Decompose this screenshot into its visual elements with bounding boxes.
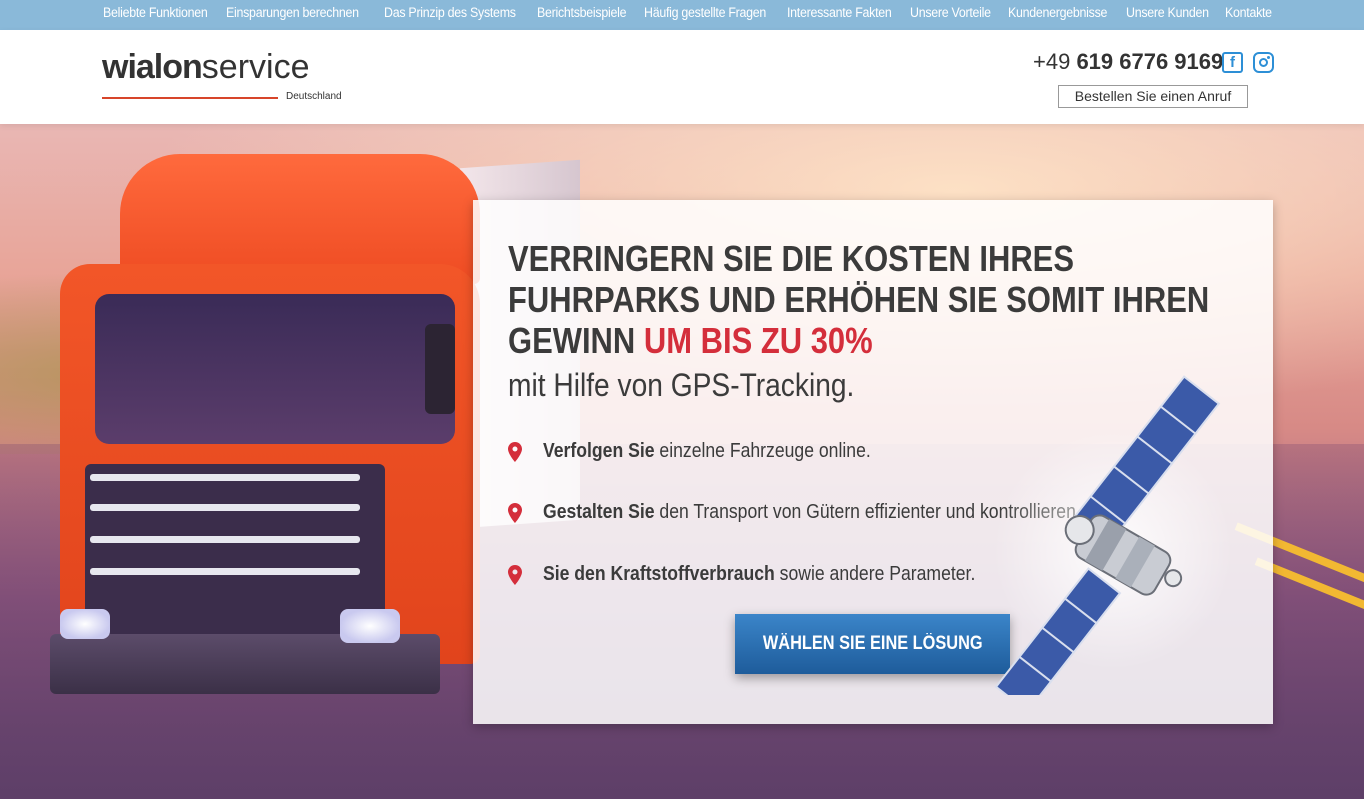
request-call-button[interactable]: Bestellen Sie einen Anruf — [1058, 85, 1248, 108]
phone-number[interactable]: +49 619 6776 9169 — [1033, 49, 1223, 75]
nav-item[interactable]: Häufig gestellte Fragen — [644, 5, 766, 20]
facebook-icon[interactable]: f — [1222, 52, 1243, 73]
nav-item[interactable]: Das Prinzip des Systems — [384, 5, 516, 20]
truck-bumper — [50, 634, 440, 694]
nav-item[interactable]: Beliebte Funktionen — [103, 5, 208, 20]
feature-text: Verfolgen Sie einzelne Fahrzeuge online. — [543, 440, 871, 462]
map-pin-icon — [508, 503, 522, 523]
satellite-image — [993, 375, 1233, 695]
nav-list: Beliebte Funktionen Einsparungen berechne… — [103, 5, 1276, 20]
site-header: wialonservice Deutschland +49 619 6776 9… — [0, 30, 1364, 124]
logo-underline — [102, 97, 278, 99]
logo-subtitle: Deutschland — [286, 91, 342, 102]
nav-item[interactable]: Interessante Fakten — [787, 5, 892, 20]
feature-text: Sie den Kraftstoffverbrauch sowie andere… — [543, 563, 976, 585]
grille-bar — [90, 568, 360, 575]
nav-item[interactable]: Unsere Kunden — [1126, 5, 1209, 20]
choose-solution-button[interactable]: WÄHLEN SIE EINE LÖSUNG — [735, 614, 1010, 674]
map-pin-icon — [508, 442, 522, 462]
headline-accent: UM BIS ZU 30% — [643, 320, 873, 361]
logo[interactable]: wialonservice Deutschland — [102, 48, 352, 104]
nav-item[interactable]: Unsere Vorteile — [910, 5, 991, 20]
hero-card: VERRINGERN SIE DIE KOSTEN IHRES FUHRPARK… — [473, 200, 1273, 724]
truck-image — [40, 154, 580, 714]
nav-item[interactable]: Berichtsbeispiele — [537, 5, 626, 20]
hero-headline: VERRINGERN SIE DIE KOSTEN IHRES FUHRPARK… — [508, 238, 1210, 361]
truck-windshield — [95, 294, 455, 444]
instagram-icon[interactable] — [1253, 52, 1274, 73]
grille-bar — [90, 536, 360, 543]
top-nav: Beliebte Funktionen Einsparungen berechne… — [0, 0, 1364, 30]
map-pin-icon — [508, 565, 522, 585]
hero-subheadline: mit Hilfe von GPS-Tracking. — [508, 367, 855, 403]
truck-mirror — [425, 324, 455, 414]
grille-bar — [90, 504, 360, 511]
grille-bar — [90, 474, 360, 481]
headlight — [60, 609, 110, 639]
nav-item[interactable]: Kontakte — [1225, 5, 1272, 20]
logo-wordmark: wialonservice — [102, 48, 310, 86]
headlight — [340, 609, 400, 643]
nav-item[interactable]: Einsparungen berechnen — [226, 5, 359, 20]
nav-item[interactable]: Kundenergebnisse — [1008, 5, 1107, 20]
